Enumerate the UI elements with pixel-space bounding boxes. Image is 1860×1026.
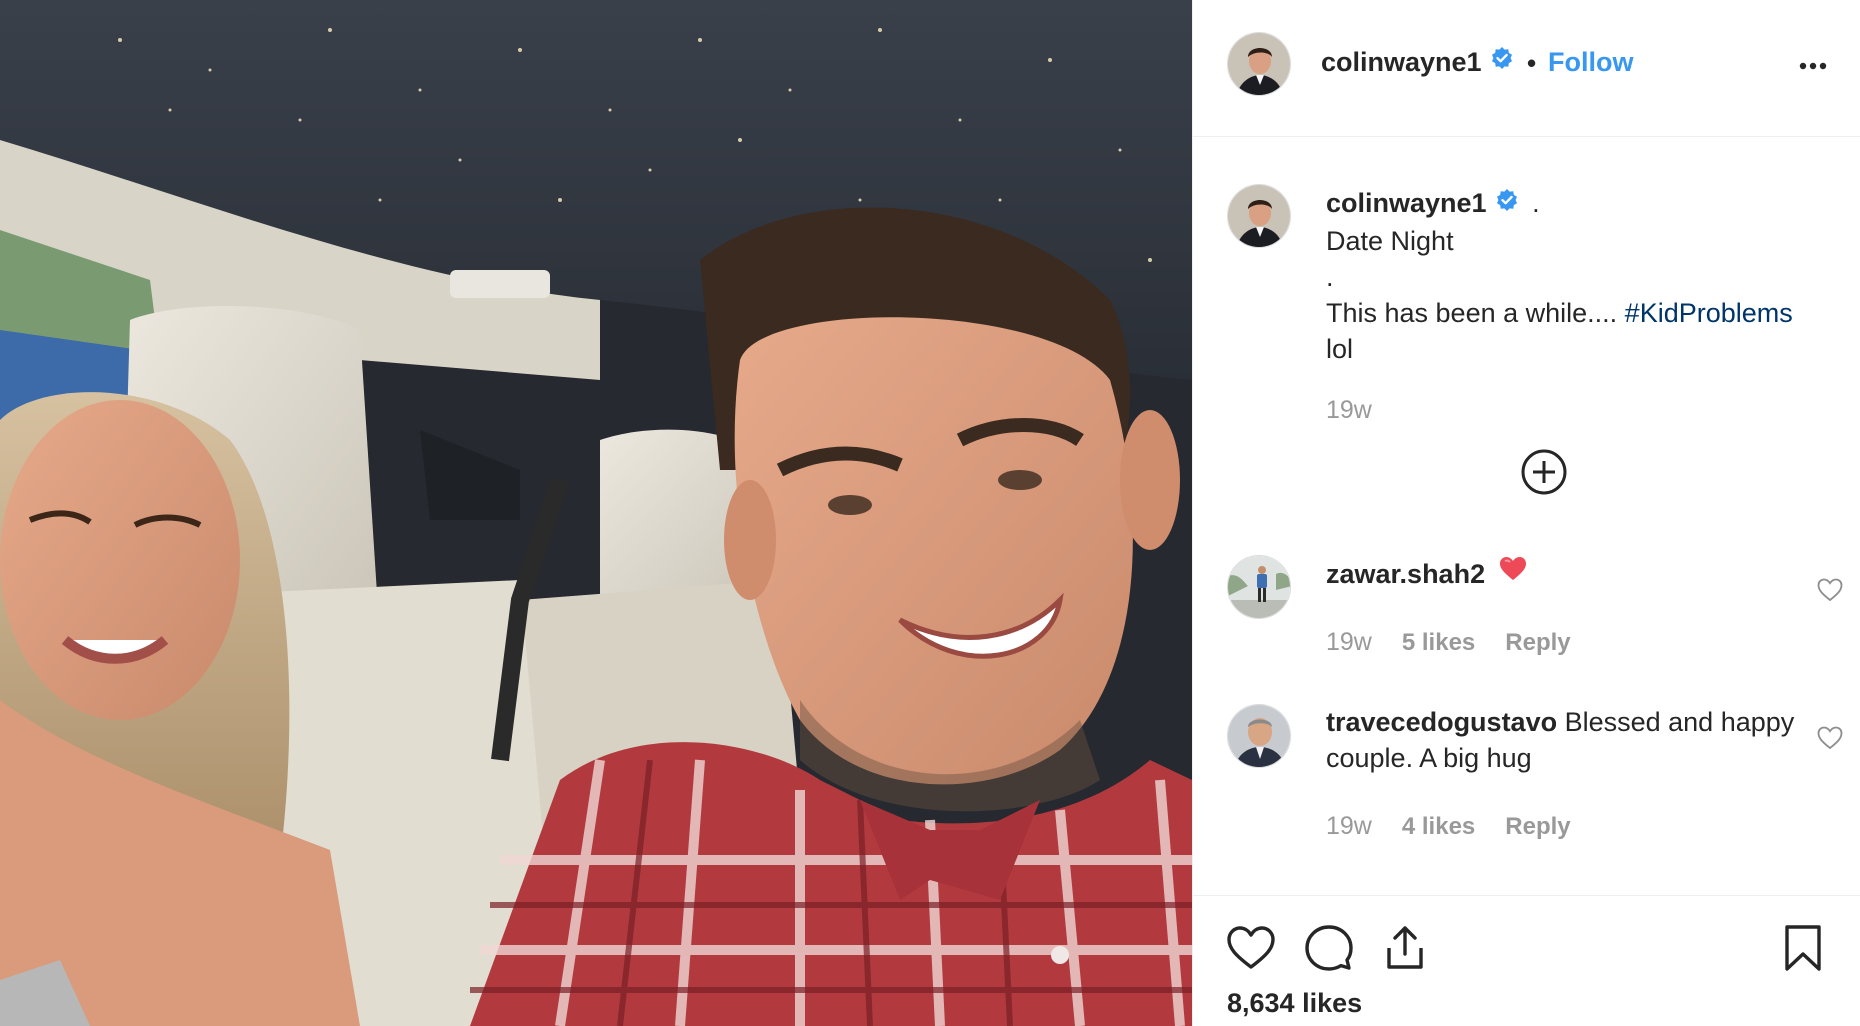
hashtag-link[interactable]: #KidProblems bbox=[1625, 298, 1793, 328]
author-avatar[interactable] bbox=[1227, 32, 1291, 96]
comment-username[interactable]: zawar.shah2 bbox=[1326, 559, 1485, 589]
like-comment-heart-icon[interactable] bbox=[1817, 726, 1843, 750]
reply-button[interactable]: Reply bbox=[1505, 813, 1570, 840]
caption-timestamp[interactable]: 19w bbox=[1326, 396, 1372, 425]
comment-avatar[interactable] bbox=[1227, 704, 1291, 768]
verified-badge-icon bbox=[1490, 46, 1514, 77]
comment-username[interactable]: travecedogustavo bbox=[1326, 707, 1557, 737]
more-options-icon[interactable] bbox=[1795, 52, 1831, 80]
comment-avatar-image bbox=[1228, 705, 1290, 767]
reply-button[interactable]: Reply bbox=[1505, 629, 1570, 656]
caption-line: Date Night bbox=[1326, 225, 1454, 256]
comment-avatar[interactable] bbox=[1227, 555, 1291, 619]
likes-count[interactable]: 8,634 likes bbox=[1227, 988, 1362, 1019]
comment-avatar-image bbox=[1228, 556, 1290, 618]
verified-badge-icon bbox=[1495, 185, 1519, 221]
comment-meta: 19w 4 likes Reply bbox=[1326, 812, 1601, 841]
comment-timestamp[interactable]: 19w bbox=[1326, 812, 1372, 840]
post-actions-bar: 8,634 likes bbox=[1193, 895, 1860, 1026]
caption-author-avatar[interactable] bbox=[1227, 184, 1291, 248]
save-bookmark-icon[interactable] bbox=[1777, 922, 1829, 974]
plus-circle-icon[interactable] bbox=[1520, 448, 1568, 496]
caption-avatar-image bbox=[1228, 185, 1290, 247]
caption-dot: . bbox=[1532, 188, 1540, 218]
author-avatar-image bbox=[1228, 33, 1290, 95]
caption-line: lol bbox=[1326, 333, 1354, 364]
heart-emoji-icon bbox=[1499, 555, 1527, 591]
caption-line: . bbox=[1326, 261, 1334, 292]
post-sidebar: colinwayne1 • Follow colinwayne1 . Date … bbox=[1192, 0, 1860, 1026]
caption-line: This has been a while.... #KidProblems bbox=[1326, 295, 1846, 331]
author-username[interactable]: colinwayne1 bbox=[1321, 47, 1514, 79]
selfie-image bbox=[0, 0, 1192, 1026]
comment-likes[interactable]: 4 likes bbox=[1402, 813, 1475, 840]
comment-body: zawar.shah2 bbox=[1326, 556, 1527, 594]
author-username-text[interactable]: colinwayne1 bbox=[1321, 47, 1482, 77]
caption-username[interactable]: colinwayne1 bbox=[1326, 188, 1487, 218]
header-separator: • bbox=[1527, 48, 1537, 78]
comment-timestamp[interactable]: 19w bbox=[1326, 628, 1372, 656]
share-upload-icon[interactable] bbox=[1379, 922, 1431, 974]
caption-first-line: colinwayne1 . bbox=[1326, 185, 1846, 223]
like-comment-heart-icon[interactable] bbox=[1817, 578, 1843, 602]
post-photo[interactable] bbox=[0, 0, 1192, 1026]
comment-meta: 19w 5 likes Reply bbox=[1326, 628, 1601, 657]
comment-bubble-icon[interactable] bbox=[1303, 922, 1355, 974]
post-caption: colinwayne1 . Date Night . This has been… bbox=[1326, 185, 1846, 367]
like-heart-icon[interactable] bbox=[1225, 922, 1277, 974]
comment-likes[interactable]: 5 likes bbox=[1402, 629, 1475, 656]
post-header: colinwayne1 • Follow bbox=[1193, 0, 1860, 137]
follow-button[interactable]: Follow bbox=[1548, 47, 1633, 78]
comment-body: travecedogustavo Blessed and happy coupl… bbox=[1326, 704, 1806, 776]
caption-line-text: This has been a while.... bbox=[1326, 297, 1625, 328]
